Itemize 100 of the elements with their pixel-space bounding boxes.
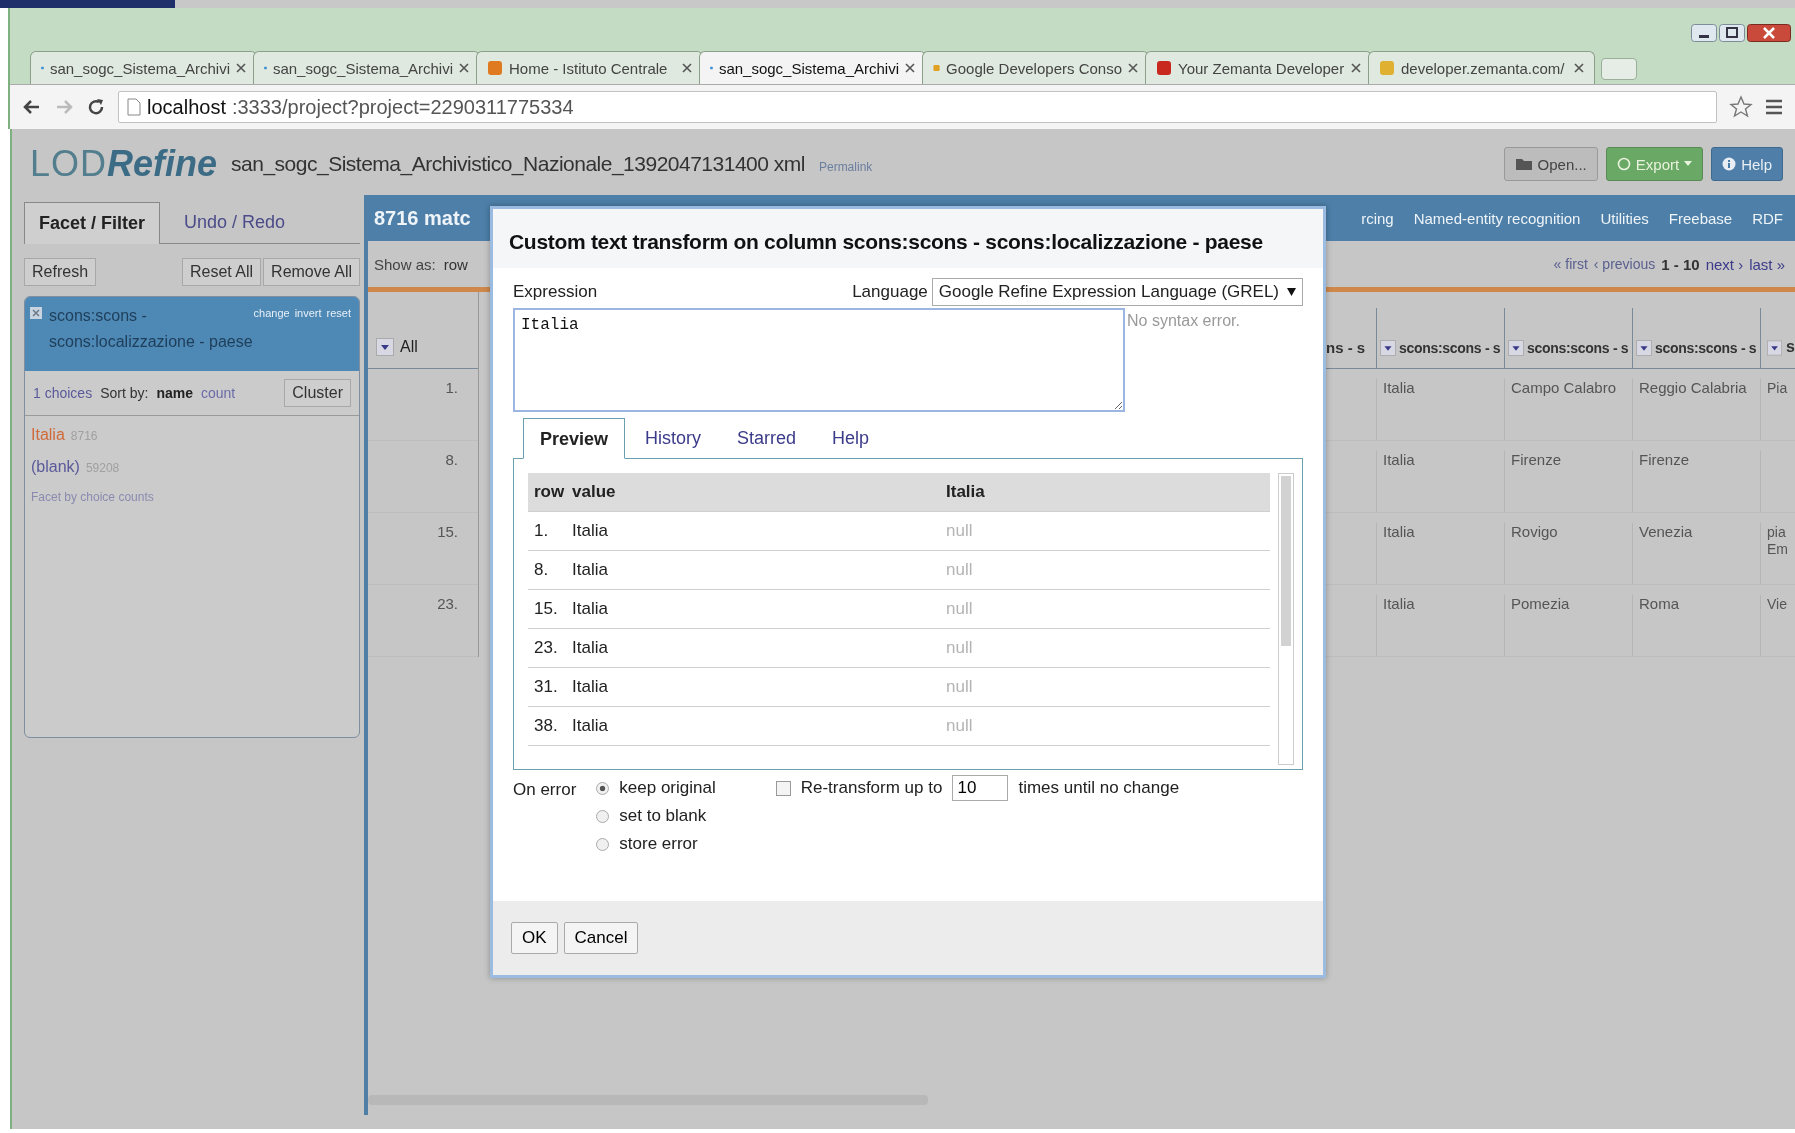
refresh-button[interactable]: Refresh [24, 258, 97, 286]
dropdown-icon[interactable] [1636, 340, 1652, 356]
table-cell: Italia [1383, 451, 1415, 468]
folder-icon [1514, 157, 1533, 171]
dropdown-icon[interactable] [1508, 340, 1524, 356]
preview-cell-text: Italia [572, 521, 609, 541]
maximize-icon[interactable] [1719, 24, 1745, 42]
browser-tab[interactable]: developer.zemanta.com/ [1368, 51, 1595, 84]
logo: LODRefine [30, 143, 218, 185]
panel-tab[interactable]: Facet / Filter [24, 202, 161, 244]
row-number: 1. [534, 521, 550, 541]
column-header: All [400, 338, 418, 356]
page-icon [127, 98, 141, 116]
preview-cell: null [946, 638, 973, 658]
facet-action-link[interactable]: reset [326, 307, 351, 363]
close-icon[interactable] [1574, 63, 1584, 73]
close-icon[interactable] [1747, 24, 1791, 42]
close-icon[interactable] [905, 63, 915, 73]
match-count: 8716 matc [374, 206, 471, 230]
close-icon[interactable] [236, 63, 246, 73]
preview-cell: null [946, 560, 973, 580]
reload-icon[interactable] [86, 97, 106, 117]
row-number: 31. [534, 677, 559, 697]
dialog-tab[interactable]: Starred [721, 418, 813, 458]
horizontal-scrollbar[interactable] [368, 1095, 928, 1105]
table-cell: Pia [1767, 380, 1788, 396]
remove-facet-icon[interactable] [30, 307, 42, 319]
row-number: 15. [534, 599, 559, 619]
remove-all-button[interactable]: Remove All [263, 258, 360, 286]
table-cell: Firenze [1639, 451, 1690, 468]
scrollbar-thumb[interactable] [1281, 476, 1291, 646]
reset-all-button[interactable]: Reset All [181, 258, 262, 286]
row-number: 8. [445, 451, 458, 470]
radio-label: set to blank [619, 806, 707, 826]
last-page-link[interactable]: last » [1749, 255, 1785, 273]
toolbar-menu-item[interactable]: Named-entity recognition [1413, 209, 1581, 227]
preview-column-header: row [534, 482, 566, 502]
facet-title-line: scons:localizzazione - paese [49, 333, 253, 351]
column-header: scons:scons - s [1527, 340, 1629, 356]
preview-cell: null [946, 677, 973, 697]
column-header: scons:scons - s [1399, 340, 1501, 356]
choices-count-link[interactable]: 1 choices [33, 385, 93, 401]
table-cell: Roma [1639, 595, 1679, 612]
cluster-button[interactable]: Cluster [284, 379, 351, 407]
previous-page-link[interactable]: ‹ previous [1593, 255, 1656, 273]
caret-icon [1287, 288, 1296, 296]
radio-button[interactable] [596, 781, 610, 795]
dialog-button[interactable]: Cancel [563, 922, 639, 954]
table-cell: Italia [1383, 595, 1415, 612]
toolbar-menu-item[interactable]: RDF [1752, 209, 1783, 227]
first-page-link[interactable]: « first [1553, 255, 1588, 273]
radio-button[interactable] [596, 809, 610, 823]
circle-icon [1616, 157, 1631, 171]
sort-label: Sort by: [100, 385, 149, 401]
radio-button[interactable] [596, 837, 610, 851]
column-header: ns - s [1326, 339, 1366, 356]
language-select[interactable]: Google Refine Expression Language (GREL) [931, 278, 1303, 306]
header-button[interactable]: Help [1711, 147, 1783, 181]
expression-field[interactable]: Italia [513, 308, 1125, 412]
row-number: 23. [534, 638, 559, 658]
toolbar-menu-item[interactable]: rcing [1361, 209, 1394, 227]
table-cell: Firenze [1511, 451, 1562, 468]
dialog-button[interactable]: OK [511, 922, 558, 954]
dialog-tab[interactable]: Help [816, 418, 886, 458]
expression-label: Expression [513, 282, 598, 302]
dropdown-icon[interactable] [1380, 340, 1396, 356]
preview-cell-text: Italia [572, 599, 609, 619]
dropdown-icon[interactable] [1767, 340, 1783, 356]
next-page-link[interactable]: next › [1705, 255, 1744, 273]
sort-option[interactable]: name [156, 385, 193, 401]
favicon-icon [1156, 60, 1172, 76]
show-as-option[interactable]: row [443, 255, 468, 273]
minimize-icon[interactable] [1691, 24, 1717, 42]
row-number: 38. [534, 716, 559, 736]
dropdown-icon[interactable] [376, 338, 394, 356]
close-icon[interactable] [459, 63, 469, 73]
facet-action-link[interactable]: invert [294, 307, 322, 363]
header-button[interactable]: Open... [1503, 147, 1598, 181]
retransform-count-field[interactable]: 10 [952, 775, 1009, 801]
preview-cell: null [946, 599, 973, 619]
toolbar-menu-item[interactable]: Utilities [1600, 209, 1649, 227]
table-cell: Reggio Calabria [1639, 379, 1747, 396]
show-as-label: Show as: [374, 255, 436, 273]
checkbox[interactable] [775, 781, 791, 796]
close-icon[interactable] [1128, 63, 1138, 73]
menu-icon[interactable] [1765, 99, 1783, 115]
table-cell: Venezia [1639, 523, 1693, 540]
syntax-status: No syntax error. [1127, 311, 1240, 331]
star-icon[interactable] [1729, 95, 1753, 119]
dialog-title: Custom text transform on column scons:scons - scons:localizzazione - paese [493, 209, 1323, 268]
project-name: san_sogc_Sistema_Archivistico_Nazionale_1392047131400 xml [231, 152, 805, 176]
close-icon[interactable] [1351, 63, 1361, 73]
address-field[interactable]: localhost :3333/project?project=2290311775334 [118, 91, 1717, 123]
dialog-tab[interactable]: Preview [523, 418, 626, 459]
panel-tab[interactable]: Undo / Redo [170, 202, 300, 243]
dialog-tab[interactable]: History [629, 418, 718, 458]
radio-label: keep original [619, 778, 716, 798]
toolbar-menu-item[interactable]: Freebase [1668, 209, 1733, 227]
close-icon[interactable] [682, 63, 692, 73]
choice-link[interactable]: (blank) [31, 458, 80, 476]
